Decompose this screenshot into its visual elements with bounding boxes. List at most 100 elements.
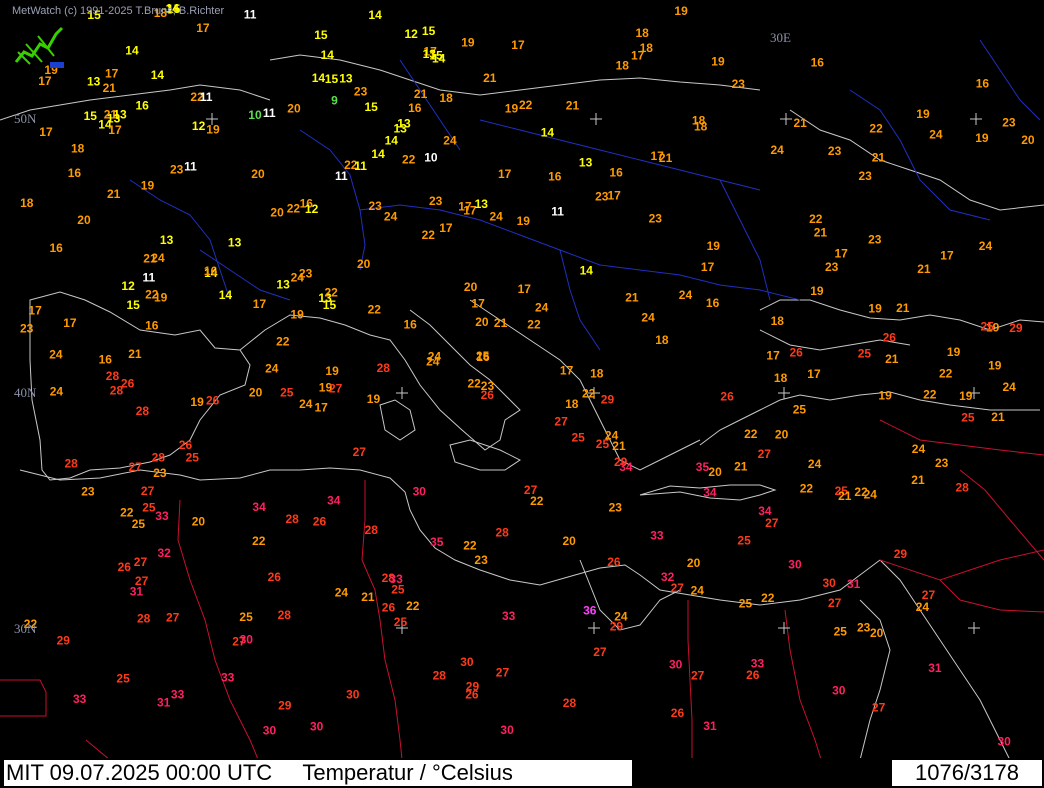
temperature-value: 31: [928, 661, 942, 675]
temperature-value: 10: [248, 108, 262, 122]
temperature-value: 17: [105, 66, 119, 80]
temperature-value: 11: [143, 271, 156, 285]
temperature-value: 16: [706, 296, 720, 310]
temperature-value: 19: [810, 284, 824, 298]
temperature-value: 23: [868, 233, 882, 247]
temperature-value: 24: [49, 347, 63, 361]
temperature-value: 31: [703, 719, 717, 733]
temperature-value: 30: [310, 720, 324, 734]
temperature-value: 19: [141, 179, 155, 193]
temperature-value: 22: [276, 335, 290, 349]
temperature-value: 23: [595, 190, 609, 204]
temperature-value: 14: [151, 68, 165, 82]
temperature-value: 14: [368, 8, 382, 22]
temperature-value: 13: [475, 197, 489, 211]
temperature-value: 13: [276, 278, 290, 292]
temperature-value: 31: [157, 696, 171, 710]
temperature-value: 33: [73, 692, 87, 706]
temperature-value: 14: [125, 44, 139, 58]
temperature-value: 26: [481, 388, 495, 402]
temperature-value: 28: [956, 480, 970, 494]
temperature-value: 11: [354, 159, 367, 173]
temperature-value: 24: [679, 288, 693, 302]
temperature-value: 21: [838, 489, 852, 503]
temperature-value: 23: [299, 267, 313, 281]
temperature-value: 26: [671, 706, 685, 720]
temperature-value: 22: [406, 599, 420, 613]
temperature-value: 18: [771, 314, 785, 328]
temperature-value: 26: [607, 555, 621, 569]
temperature-value: 35: [430, 535, 444, 549]
status-footer: MIT 09.07.2025 00:00 UTC Temperatur / °C…: [0, 758, 1044, 788]
temperature-value: 22: [368, 303, 382, 317]
temperature-value: 14: [312, 71, 326, 85]
coastlines: [0, 54, 1044, 788]
latitude-label-30n: 30N: [14, 621, 37, 636]
temperature-value: 28: [365, 523, 379, 537]
temperature-value: 19: [711, 54, 725, 68]
temperature-value: 16: [136, 99, 150, 113]
temperature-value: 14: [541, 126, 555, 140]
temperature-value: 20: [287, 101, 301, 115]
temperature-value: 29: [1009, 321, 1023, 335]
temperature-value: 24: [490, 210, 504, 224]
temperature-value: 25: [858, 346, 872, 360]
temperature-value: 20: [251, 167, 265, 181]
temperature-value: 17: [631, 49, 645, 63]
temperature-value: 15: [325, 72, 339, 86]
temperature-value: 19: [190, 395, 204, 409]
temperature-value: 21: [494, 316, 508, 330]
temperature-value: 21: [103, 81, 117, 95]
temperature-value: 19: [290, 308, 304, 322]
temperature-value: 24: [979, 239, 993, 253]
temperature-value: 24: [864, 487, 878, 501]
temperature-value: 17: [835, 247, 849, 261]
temperature-value: 14: [219, 288, 233, 302]
temperature-value: 24: [641, 311, 655, 325]
temperature-value: 18: [774, 371, 788, 385]
temperature-value: 23: [170, 163, 184, 177]
temperature-value: 22: [422, 228, 436, 242]
temperature-value: 15: [365, 100, 379, 114]
temperature-value: 17: [940, 249, 954, 263]
temperature-value: 25: [737, 534, 751, 548]
temperature-value: 13: [87, 75, 101, 89]
temperature-value: 15: [422, 24, 436, 38]
temperature-value: 18: [694, 119, 708, 133]
temperature-value: 27: [872, 701, 886, 715]
temperature-value: 25: [394, 615, 408, 629]
temperature-value: 21: [734, 460, 748, 474]
temperature-value: 11: [551, 204, 564, 218]
temperature-value: 19: [947, 345, 961, 359]
temperature-value: 16: [99, 353, 113, 367]
temperature-value: 33: [502, 609, 516, 623]
temperature-value: 29: [614, 455, 628, 469]
temperature-value: 26: [179, 438, 193, 452]
temperature-value: 26: [465, 687, 479, 701]
temperature-value: 21: [566, 99, 580, 113]
temperature-value: 24: [605, 428, 619, 442]
temperature-value: 18: [20, 196, 34, 210]
temperature-value: 22: [582, 387, 596, 401]
temperature-value: 11: [200, 90, 213, 104]
temperature-value: 23: [354, 84, 368, 98]
temperature-value: 16: [404, 317, 418, 331]
temperature-value: 18: [616, 58, 630, 72]
temperature-value: 21: [414, 87, 428, 101]
temperature-value: 30: [669, 657, 683, 671]
temperature-value: 16: [976, 77, 990, 91]
valid-time-and-parameter: MIT 09.07.2025 00:00 UTC Temperatur / °C…: [4, 760, 632, 786]
temperature-value: 26: [268, 570, 282, 584]
map-viewport: 11 16 17 16 16 13 15 13 15 14 17 19 19 16 17 18 19 14 15 13…: [0, 0, 1044, 788]
temperature-value: 28: [563, 696, 577, 710]
temperature-value: 14: [385, 133, 399, 147]
temperature-value: 21: [885, 352, 899, 366]
temperature-value: 24: [1003, 380, 1017, 394]
temperature-value: 25: [280, 386, 294, 400]
temperature-value: 12: [192, 119, 206, 133]
temperature-value: 25: [476, 349, 490, 363]
temperature-value: 22: [402, 152, 416, 166]
temperature-value: 27: [758, 447, 772, 461]
temperature-value: 25: [132, 517, 146, 531]
temperature-value: 20: [464, 280, 478, 294]
